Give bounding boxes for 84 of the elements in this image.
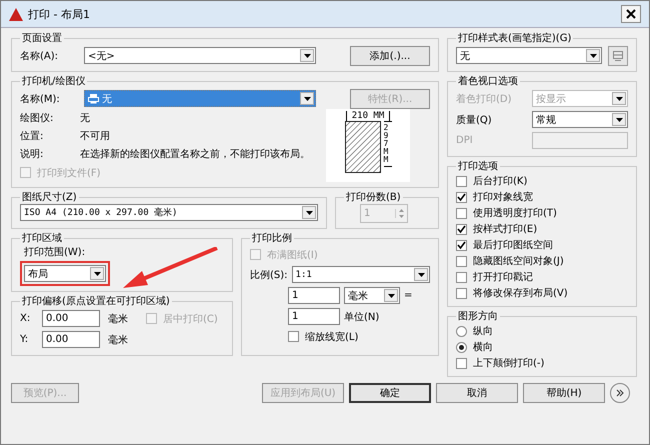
unit-label: 毫米 [108, 334, 128, 346]
edit-table-button[interactable] [608, 46, 628, 66]
checkbox-label: 打印到文件(F) [37, 166, 101, 180]
input-field[interactable]: 0.00 [42, 331, 100, 348]
checkbox[interactable] [456, 240, 467, 250]
group-title: 页面设置 [21, 32, 63, 45]
group-title: 打印份数(B) [345, 190, 402, 204]
unit-label: 毫米 [108, 312, 128, 326]
close-button[interactable] [621, 5, 641, 23]
printer-icon [88, 94, 99, 104]
field-label: DPI [456, 135, 474, 146]
dropdown[interactable]: 无 [456, 47, 602, 64]
group-title: 打印机/绘图仪 [21, 74, 86, 88]
checkbox[interactable] [456, 358, 467, 368]
field-label: 名称(M): [20, 92, 61, 106]
expand-button[interactable] [610, 383, 630, 403]
info-label: 位置: [20, 130, 44, 143]
checkbox[interactable] [456, 224, 467, 234]
checkbox[interactable] [456, 208, 467, 218]
checkbox-label: 最后打印图纸空间 [473, 238, 553, 252]
field-label: 比例(S): [250, 268, 288, 282]
info-value: 在选择新的绘图仪配置名称之前，不能打印该布局。 [80, 148, 310, 161]
dialog-button[interactable]: 取消 [436, 383, 518, 403]
group-title: 着色视口选项 [457, 74, 519, 88]
checkbox-label: 后台打印(K) [473, 174, 528, 188]
group-title: 打印比例 [251, 232, 293, 245]
triangle-logo-icon [9, 8, 23, 20]
checkbox-label: 打印对象线宽 [473, 190, 533, 204]
dimension-label: 297 MM [384, 121, 392, 167]
option-label: 横向 [473, 340, 493, 354]
option-label: 上下颠倒打印(-) [473, 356, 544, 370]
group-title: 打印样式表(画笔指定)(G) [457, 32, 572, 45]
checkbox[interactable] [288, 331, 299, 342]
dropdown[interactable]: <无> [84, 47, 316, 64]
field-label: 质量(Q) [456, 114, 493, 126]
group-title: 打印选项 [457, 160, 499, 173]
dropdown[interactable]: 毫米 [344, 287, 400, 304]
info-value: 不可用 [80, 130, 110, 143]
field-label: X: [20, 313, 32, 324]
info-label: 绘图仪: [20, 112, 54, 125]
checkbox[interactable] [456, 288, 467, 298]
group-title: 打印区域 [21, 232, 63, 245]
field-label: Y: [20, 334, 30, 345]
checkbox-label: 布满图纸(I) [267, 248, 318, 262]
checkbox-label: 使用透明度打印(T) [473, 206, 557, 220]
checkbox-label: 居中打印(C) [163, 312, 218, 326]
field-label: 打印范围(W): [24, 246, 86, 259]
table-icon [612, 50, 624, 62]
dropdown[interactable]: 常规 [532, 111, 628, 128]
checkbox-label: 按样式打印(E) [473, 222, 538, 236]
checkbox-label: 缩放线宽(L) [305, 330, 358, 344]
hatched-sheet-drawing [344, 121, 380, 173]
unit-label: 单位(N) [344, 310, 380, 324]
info-label: 说明: [20, 148, 44, 161]
checkbox[interactable] [456, 272, 467, 282]
field-label: 着色打印(D) [456, 92, 513, 106]
dialog-button[interactable]: 确定 [349, 383, 431, 403]
field-label: 名称(A): [20, 50, 60, 62]
close-icon [626, 9, 636, 19]
input-field[interactable]: 1 [288, 308, 340, 325]
option-label: 纵向 [473, 325, 493, 338]
add-button[interactable]: 添加(.)... [350, 46, 430, 66]
checkbox[interactable] [456, 256, 467, 266]
group-title: 打印偏移(原点设置在可打印区域) [21, 294, 171, 308]
checkbox-label: 隐藏图纸空间对象(J) [473, 254, 564, 268]
checkbox-label: 打开打印戳记 [473, 270, 533, 284]
equals-sign: = [404, 290, 412, 301]
dropdown[interactable]: 1:1 [292, 266, 430, 283]
dropdown[interactable]: 布局 [24, 265, 106, 282]
input-field[interactable]: 1 [288, 287, 340, 304]
dropdown[interactable]: ISO A4 (210.00 x 297.00 毫米) [20, 204, 318, 221]
checkbox[interactable] [456, 176, 467, 186]
radio-button[interactable] [456, 342, 467, 352]
input-field[interactable]: 0.00 [42, 310, 100, 327]
dialog-button[interactable]: 帮助(H) [523, 383, 605, 403]
group-title: 图形方向 [457, 310, 499, 323]
group-title: 图纸尺寸(Z) [21, 190, 78, 204]
dropdown[interactable]: 无 [84, 90, 316, 107]
checkbox-label: 将修改保存到布局(V) [473, 287, 568, 300]
double-chevron-icon [616, 389, 624, 397]
checkbox[interactable] [456, 192, 467, 202]
window-title: 打印 - 布局1 [28, 6, 90, 22]
info-value: 无 [80, 112, 90, 125]
radio-button[interactable] [456, 326, 467, 336]
